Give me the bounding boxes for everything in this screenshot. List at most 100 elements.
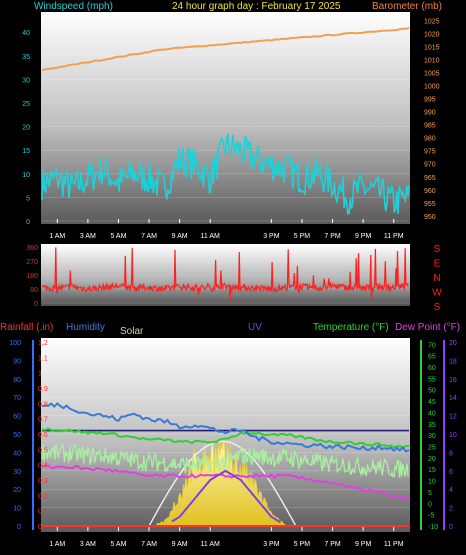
temp-tick-label: -10 [428, 524, 438, 531]
temp-tick-label: 35 [428, 422, 436, 429]
time-label: 7 PM [324, 541, 341, 548]
time-label: 5 AM [110, 541, 126, 548]
baro-tick-label: 980 [424, 136, 436, 143]
rain-tick-label: 0 [38, 524, 42, 531]
baro-tick-label: 1005 [424, 71, 440, 78]
direction-tick-label: 360 [26, 245, 38, 252]
temp-tick-label: 10 [428, 479, 436, 486]
humidity-tick-label: 0 [17, 524, 21, 531]
temp-tick-label: 40 [428, 410, 436, 417]
baro-tick-label: 950 [424, 214, 436, 221]
temp-tick-label: 5 [428, 490, 432, 497]
rain-tick-label: 0.3 [38, 478, 48, 485]
time-label: 3 AM [80, 541, 96, 548]
temp-tick-label: 25 [428, 444, 436, 451]
time-label: 11 PM [384, 541, 404, 548]
time-label: 9 PM [355, 541, 372, 548]
baro-tick-label: 985 [424, 123, 436, 130]
uv-title: UV [248, 322, 262, 333]
compass-label: S [434, 244, 441, 255]
uv-tick-label: 14 [449, 395, 457, 402]
humidity-tick-label: 40 [13, 450, 21, 457]
humidity-tick-label: 90 [13, 358, 21, 365]
direction-tick-label: 270 [26, 259, 38, 266]
humidity-title: Humidity [66, 322, 105, 333]
time-label: 3 PM [263, 541, 280, 548]
baro-tick-label: 990 [424, 110, 436, 117]
compass-label: S [434, 302, 441, 313]
temp-tick-label: 60 [428, 365, 436, 372]
solar-title: Solar [120, 326, 144, 337]
rain-tick-label: 0.6 [38, 432, 48, 439]
baro-tick-label: 960 [424, 188, 436, 195]
rain-tick-label: 1.2 [38, 340, 48, 347]
humidity-tick-label: 20 [13, 487, 21, 494]
uv-tick-label: 10 [449, 432, 457, 439]
baro-tick-label: 1015 [424, 45, 440, 52]
uv-tick-label: 18 [449, 358, 457, 365]
wind-tick-label: 35 [22, 54, 30, 61]
wind-tick-label: 30 [22, 77, 30, 84]
compass-label: E [434, 259, 441, 270]
compass-label: W [432, 288, 442, 299]
main-title: 24 hour graph day : February 17 2025 [172, 1, 341, 12]
uv-tick-label: 0 [449, 524, 453, 531]
time-label: 5 PM [294, 541, 311, 548]
barometer-title: Barometer (mb) [372, 1, 442, 12]
uv-tick-label: 12 [449, 414, 457, 421]
baro-tick-label: 975 [424, 149, 436, 156]
humidity-tick-label: 70 [13, 395, 21, 402]
wind-tick-label: 40 [22, 30, 30, 37]
temp-tick-label: 65 [428, 354, 436, 361]
weather-graph: Windspeed (mph) 24 hour graph day : Febr… [0, 1, 460, 548]
baro-tick-label: 1010 [424, 58, 440, 65]
uv-tick-label: 2 [449, 506, 453, 513]
uv-tick-label: 4 [449, 487, 453, 494]
humidity-tick-label: 30 [13, 469, 21, 476]
wind-tick-label: 5 [26, 195, 30, 202]
temp-tick-label: 20 [428, 456, 436, 463]
rain-tick-label: 0.4 [38, 463, 48, 470]
time-label: 7 AM [141, 541, 157, 548]
time-label: 9 AM [172, 233, 188, 240]
wind-tick-label: 25 [22, 101, 30, 108]
rain-tick-label: 0.2 [38, 493, 48, 500]
temp-tick-label: 55 [428, 376, 436, 383]
uv-tick-label: 16 [449, 377, 457, 384]
compass-label: N [433, 273, 440, 284]
time-label: 11 PM [384, 233, 404, 240]
time-label: 9 AM [172, 541, 188, 548]
rain-tick-label: 0.8 [38, 401, 48, 408]
uv-tick-label: 20 [449, 340, 457, 347]
wind-tick-label: 0 [26, 219, 30, 226]
temp-tick-label: -5 [428, 513, 434, 520]
rain-tick-label: 1.1 [38, 355, 48, 362]
temp-tick-label: 70 [428, 342, 436, 349]
baro-tick-label: 1020 [424, 32, 440, 39]
temperature-title: Temperature (°F) [313, 322, 389, 333]
temp-tick-label: 45 [428, 399, 436, 406]
dewpoint-title: Dew Point (°F) [395, 322, 460, 333]
direction-tick-label: 180 [26, 273, 38, 280]
baro-tick-label: 970 [424, 162, 436, 169]
time-label: 7 PM [324, 233, 341, 240]
rain-tick-label: 0.9 [38, 386, 48, 393]
time-label: 3 AM [80, 233, 96, 240]
time-label: 3 PM [263, 233, 280, 240]
temp-tick-label: 30 [428, 433, 436, 440]
uv-tick-label: 6 [449, 469, 453, 476]
direction-tick-label: 90 [30, 287, 38, 294]
wind-tick-label: 10 [22, 172, 30, 179]
wind-tick-label: 20 [22, 125, 30, 132]
rain-tick-label: 0.1 [38, 509, 48, 516]
direction-tick-label: 0 [34, 301, 38, 308]
baro-tick-label: 955 [424, 201, 436, 208]
rain-tick-label: 1 [38, 371, 42, 378]
humidity-tick-label: 100 [9, 340, 21, 347]
humidity-tick-label: 10 [13, 506, 21, 513]
time-label: 9 PM [355, 233, 372, 240]
temp-tick-label: 15 [428, 467, 436, 474]
temp-tick-label: 50 [428, 388, 436, 395]
time-label: 7 AM [141, 233, 157, 240]
baro-tick-label: 1000 [424, 84, 440, 91]
